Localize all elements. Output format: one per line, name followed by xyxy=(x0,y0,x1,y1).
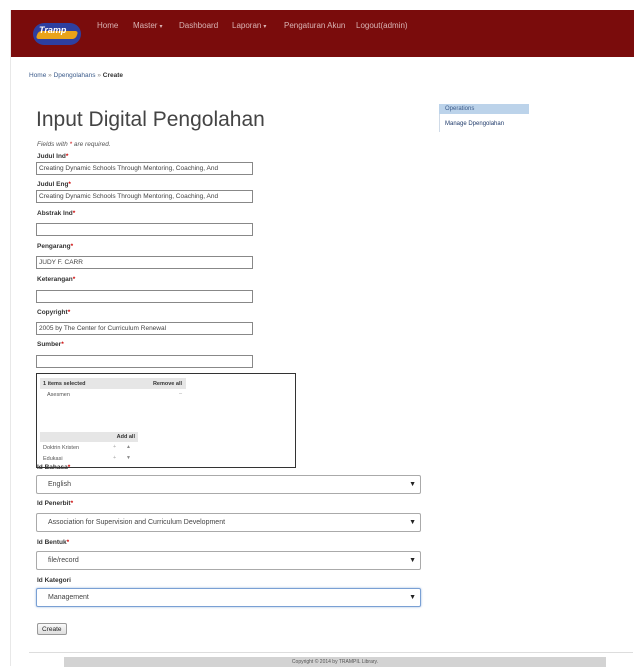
available-item[interactable]: Doktrin Kristen + ▲ xyxy=(40,444,138,453)
nav-laporan[interactable]: Laporan ▾ xyxy=(232,21,266,30)
label-sumber: Sumber* xyxy=(37,341,64,348)
chevron-down-icon: ▾ xyxy=(159,24,163,30)
label-id-penerbit: Id Penerbit* xyxy=(37,500,74,507)
selected-count: 1 items selected xyxy=(43,381,86,387)
label-judul-ind: Judul Ind* xyxy=(37,153,69,160)
select-value: file/record xyxy=(48,557,79,564)
top-navbar: Tramp Home Master ▾ Dashboard Laporan ▾ Pe… xyxy=(11,10,634,57)
multiselect-widget: 1 items selected Remove all Asesmen – Ad… xyxy=(36,373,296,468)
page-frame: Tramp Home Master ▾ Dashboard Laporan ▾ Pe… xyxy=(10,10,634,667)
dropdown-arrow-icon: ▼ xyxy=(409,519,416,526)
breadcrumb: Home » Dpengolahans » Create xyxy=(29,72,123,79)
scroll-down-icon[interactable]: ▼ xyxy=(126,455,131,461)
nav-dashboard[interactable]: Dashboard xyxy=(179,21,218,30)
sidebar-divider xyxy=(439,114,440,132)
dropdown-arrow-icon: ▼ xyxy=(409,594,416,601)
scroll-up-icon[interactable]: ▲ xyxy=(126,444,131,450)
label-judul-eng: Judul Eng* xyxy=(37,181,71,188)
breadcrumb-home-link[interactable]: Home xyxy=(29,72,46,79)
available-header: Add all xyxy=(40,432,138,442)
nav-home[interactable]: Home xyxy=(97,21,118,30)
page-title: Input Digital Pengolahan xyxy=(36,108,265,131)
sidebar-link-manage-dpengolahan[interactable]: Manage Dpengolahan xyxy=(445,121,504,127)
label-id-kategori: Id Kategori xyxy=(37,577,71,584)
add-all-link[interactable]: Add all xyxy=(117,434,135,440)
nav-master[interactable]: Master ▾ xyxy=(133,21,162,30)
label-copyright: Copyright* xyxy=(37,309,71,316)
id-bahasa-select[interactable]: English ▼ xyxy=(36,475,421,494)
copyright-input[interactable]: 2005 by The Center for Curriculum Renewa… xyxy=(36,322,253,335)
id-penerbit-select[interactable]: Association for Supervision and Curricul… xyxy=(36,513,421,532)
sidebar-operations-heading: Operations xyxy=(439,104,529,114)
remove-icon[interactable]: – xyxy=(179,391,182,397)
select-value: Management xyxy=(48,594,89,601)
judul-ind-input[interactable]: Creating Dynamic Schools Through Mentori… xyxy=(36,162,253,175)
judul-eng-input[interactable]: Creating Dynamic Schools Through Mentori… xyxy=(36,190,253,203)
label-abstrak-ind: Abstrak Ind* xyxy=(37,210,76,217)
logo-text: Tramp xyxy=(39,25,67,35)
breadcrumb-parent-link[interactable]: Dpengolahans xyxy=(54,72,96,79)
abstrak-ind-input[interactable] xyxy=(36,223,253,236)
selected-header: 1 items selected Remove all xyxy=(40,378,186,389)
breadcrumb-separator: » xyxy=(48,72,52,79)
nav-logout[interactable]: Logout(admin) xyxy=(356,21,408,30)
remove-all-link[interactable]: Remove all xyxy=(153,381,182,387)
label-id-bahasa: Id Bahasa* xyxy=(37,464,71,471)
site-logo[interactable]: Tramp xyxy=(33,23,81,45)
select-value: Association for Supervision and Curricul… xyxy=(48,519,226,526)
nav-pengaturan-akun[interactable]: Pengaturan Akun xyxy=(284,21,345,30)
breadcrumb-current: Create xyxy=(102,72,124,79)
breadcrumb-separator: » xyxy=(97,72,101,79)
footer-divider xyxy=(29,652,633,653)
chevron-down-icon: ▾ xyxy=(263,24,267,30)
create-button[interactable]: Create xyxy=(37,623,67,635)
dropdown-arrow-icon: ▼ xyxy=(409,557,416,564)
dropdown-arrow-icon: ▼ xyxy=(409,481,416,488)
id-bentuk-select[interactable]: file/record ▼ xyxy=(36,551,421,570)
available-item[interactable]: Edukasi + ▼ xyxy=(40,455,138,464)
selected-item[interactable]: Asesmen – xyxy=(40,391,186,400)
id-kategori-select[interactable]: Management ▼ xyxy=(36,588,421,607)
label-keterangan: Keterangan* xyxy=(37,276,76,283)
add-icon[interactable]: + xyxy=(113,444,116,450)
required-note: Fields with * are required. xyxy=(37,141,111,148)
sumber-input[interactable] xyxy=(36,355,253,368)
pengarang-input[interactable]: JUDY F. CARR xyxy=(36,256,253,269)
label-pengarang: Pengarang* xyxy=(37,243,74,250)
select-value: English xyxy=(48,481,71,488)
label-id-bentuk: Id Bentuk* xyxy=(37,539,70,546)
add-icon[interactable]: + xyxy=(113,455,116,461)
keterangan-input[interactable] xyxy=(36,290,253,303)
